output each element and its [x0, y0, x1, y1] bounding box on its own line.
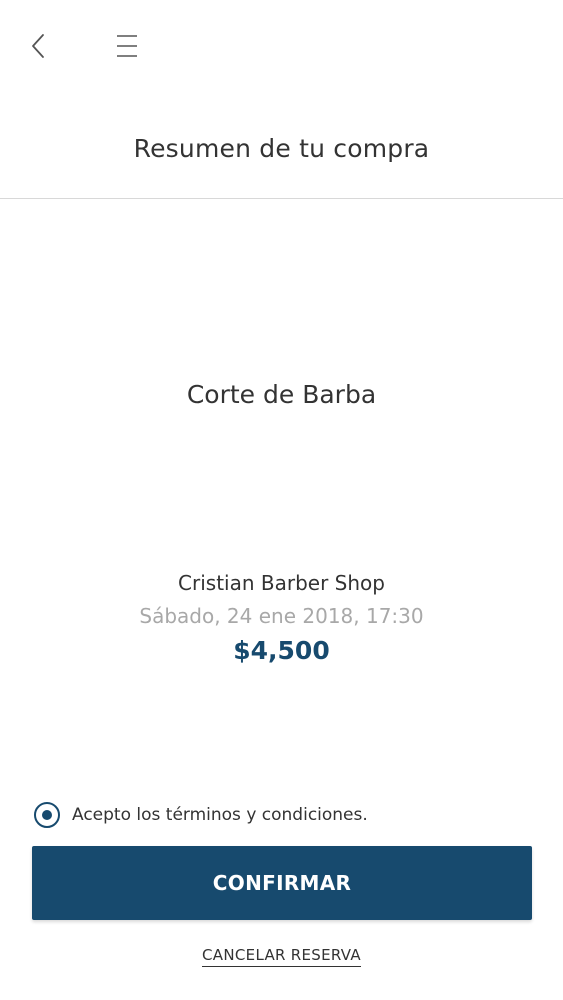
- top-bar: [0, 0, 563, 95]
- header-divider: [0, 198, 563, 199]
- appointment-datetime: Sábado, 24 ene 2018, 17:30: [139, 604, 424, 628]
- chevron-left-icon: [32, 34, 44, 58]
- hamburger-menu-icon: [117, 35, 137, 57]
- cancel-reservation-container: CANCELAR RESERVA: [0, 945, 563, 967]
- terms-checkbox-row[interactable]: Acepto los términos y condiciones.: [34, 800, 368, 830]
- price: $4,500: [233, 636, 330, 665]
- radio-selected-dot: [42, 810, 52, 820]
- menu-button[interactable]: [110, 30, 144, 62]
- terms-radio[interactable]: [34, 802, 60, 828]
- cancel-reservation-link[interactable]: CANCELAR RESERVA: [202, 946, 361, 967]
- purchase-summary-screen: Resumen de tu compra Corte de Barba Cris…: [0, 0, 563, 1000]
- service-name: Corte de Barba: [186, 380, 377, 409]
- back-button[interactable]: [22, 30, 54, 62]
- shop-name: Cristian Barber Shop: [178, 571, 385, 595]
- terms-label: Acepto los términos y condiciones.: [72, 805, 368, 825]
- confirm-button[interactable]: CONFIRMAR: [32, 846, 532, 920]
- page-title: Resumen de tu compra: [133, 134, 430, 163]
